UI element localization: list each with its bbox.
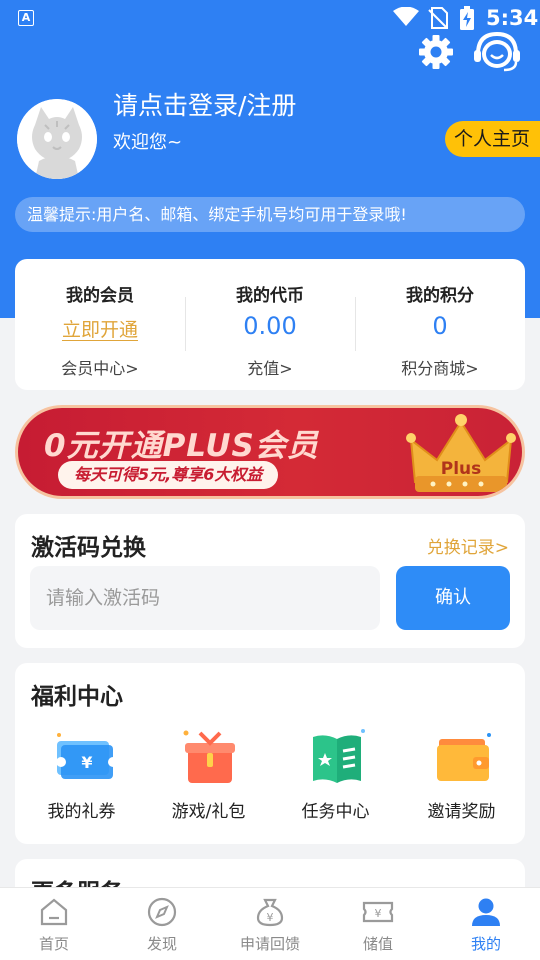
points-balance: 0 [432, 312, 448, 340]
wifi-icon [393, 7, 419, 26]
tab-apply-rebate[interactable]: ¥ 申请回馈 [216, 888, 324, 960]
user-icon [472, 898, 500, 926]
task-center-item[interactable]: 任务中心 [272, 727, 399, 827]
token-balance: 0.00 [243, 312, 297, 340]
crown-icon: Plus [406, 414, 516, 492]
welfare-center-card: 福利中心 ¥ 我的礼券 游戏/礼包 任务中心 邀请奖励 [15, 663, 525, 844]
svg-text:¥: ¥ [267, 911, 274, 924]
confirm-button[interactable]: 确认 [396, 566, 510, 630]
tokens-stat: 我的代币 0.00 充值> [185, 259, 355, 390]
member-center-link[interactable]: 会员中心> [15, 355, 185, 379]
tab-label: 我的 [470, 935, 501, 953]
task-book-icon [313, 729, 365, 783]
redeem-history-link[interactable]: 兑换记录> [427, 533, 509, 558]
item-label: 邀请奖励 [427, 802, 496, 822]
svg-text:¥: ¥ [81, 753, 92, 772]
tab-stored-value[interactable]: ¥ 储值 [324, 888, 432, 960]
tab-home[interactable]: 首页 [0, 888, 108, 960]
points-mall-link[interactable]: 积分商城> [355, 355, 525, 379]
gear-icon[interactable] [418, 34, 454, 70]
customer-service-icon[interactable] [472, 30, 522, 74]
stat-label: 我的代币 [236, 286, 304, 306]
membership-stat: 我的会员 立即开通 会员中心> [15, 259, 185, 390]
crown-plus-label: Plus [441, 459, 482, 479]
clock: 5:34 [486, 6, 539, 30]
recharge-link[interactable]: 充值> [185, 355, 355, 379]
banner-subtitle: 每天可得5元,尊享6大权益 [58, 461, 279, 489]
wallet-icon [437, 733, 491, 781]
login-tip: 温馨提示:用户名、邮箱、绑定手机号均可用于登录哦! [15, 197, 525, 232]
login-register-prompt[interactable]: 请点击登录/注册 [113, 86, 296, 122]
voucher-icon: ¥ [362, 901, 394, 923]
ticket-icon: ¥ [56, 733, 113, 779]
tab-label: 申请回馈 [239, 935, 300, 953]
avatar[interactable] [17, 99, 97, 179]
personal-homepage-button[interactable]: 个人主页 [445, 121, 540, 157]
svg-text:¥: ¥ [375, 907, 382, 920]
welcome-text: 欢迎您~ [113, 132, 183, 153]
item-label: 任务中心 [301, 802, 370, 822]
points-stat: 我的积分 0 积分商城> [355, 259, 525, 390]
gift-icon [183, 730, 235, 783]
compass-icon [147, 897, 177, 927]
stat-label: 我的积分 [406, 286, 474, 306]
banner-title: 0元开通PLUS会员 [44, 428, 319, 464]
stat-label: 我的会员 [66, 286, 134, 306]
notification-a-icon: A [18, 10, 34, 26]
my-coupons-item[interactable]: ¥ 我的礼券 [18, 727, 145, 827]
money-bag-icon: ¥ [256, 898, 284, 927]
plus-membership-banner[interactable]: 0元开通PLUS会员 每天可得5元,尊享6大权益 Plus [15, 405, 525, 499]
status-bar: A 5:34 [0, 0, 540, 36]
tab-label: 发现 [146, 935, 177, 953]
activation-code-input[interactable] [30, 566, 380, 630]
bottom-tab-bar: 首页 发现 ¥ 申请回馈 ¥ 储值 我的 [0, 887, 540, 960]
battery-charging-icon [460, 6, 474, 30]
tab-discover[interactable]: 发现 [108, 888, 216, 960]
games-gifts-item[interactable]: 游戏/礼包 [145, 727, 272, 827]
cat-avatar-icon [17, 99, 97, 179]
tab-label: 储值 [362, 935, 393, 953]
item-label: 游戏/礼包 [171, 802, 246, 822]
invite-rewards-item[interactable]: 邀请奖励 [398, 727, 525, 827]
card-title: 激活码兑换 [31, 535, 146, 561]
home-icon [40, 898, 68, 926]
activate-now-link[interactable]: 立即开通 [15, 315, 185, 342]
item-label: 我的礼券 [47, 802, 116, 822]
card-title: 福利中心 [31, 684, 123, 710]
activation-code-card: 激活码兑换 兑换记录> 确认 [15, 514, 525, 648]
tab-mine[interactable]: 我的 [432, 888, 540, 960]
account-stats-card: 我的会员 立即开通 会员中心> 我的代币 0.00 充值> 我的积分 0 积分商… [15, 259, 525, 390]
sim-icon [428, 7, 448, 29]
tab-label: 首页 [38, 935, 69, 953]
